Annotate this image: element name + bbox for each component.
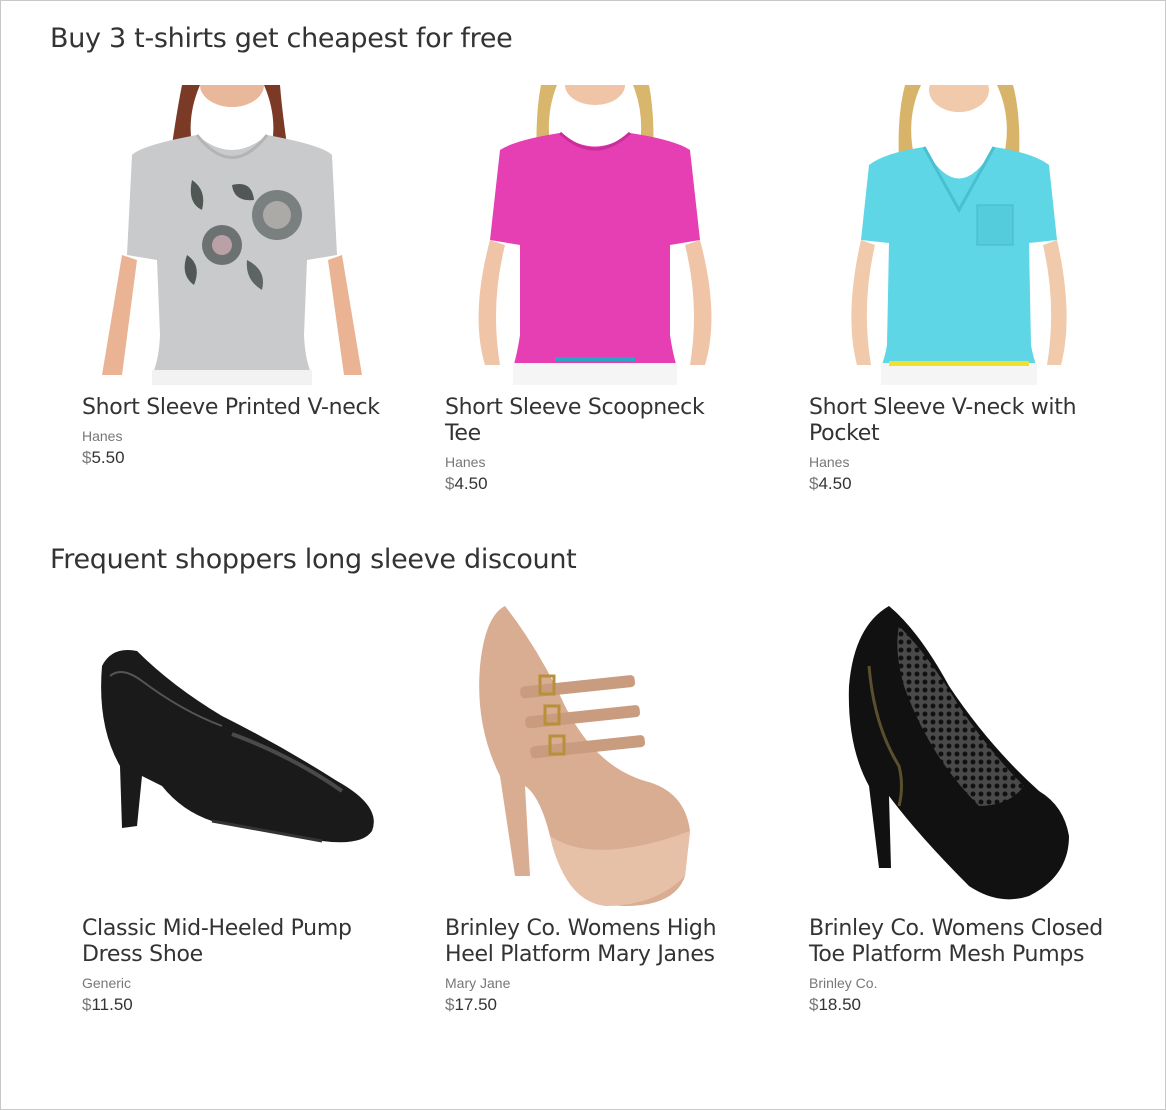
product-card[interactable]: Short Sleeve Scoopneck Tee Hanes $4.50: [413, 85, 745, 494]
product-image-pink-tshirt[interactable]: [445, 85, 745, 385]
product-name[interactable]: Short Sleeve Scoopneck Tee: [445, 395, 745, 447]
product-price: $4.50: [445, 474, 743, 494]
section-title: Frequent shoppers long sleeve discount: [50, 544, 577, 575]
product-name[interactable]: Brinley Co. Womens Closed Toe Platform M…: [809, 916, 1109, 968]
price-amount: 4.50: [454, 474, 488, 493]
price-amount: 17.50: [454, 995, 498, 1014]
section-tshirts: Buy 3 t-shirts get cheapest for free Sho…: [50, 23, 1130, 493]
product-brand: Hanes: [445, 454, 486, 470]
product-price: $17.50: [445, 995, 743, 1015]
product-card[interactable]: Brinley Co. Womens Closed Toe Platform M…: [777, 606, 1109, 1015]
product-brand: Generic: [82, 975, 132, 991]
product-image-nude-mary-jane[interactable]: [445, 606, 745, 906]
price-amount: 11.50: [91, 995, 133, 1014]
product-image-black-pump[interactable]: [82, 606, 382, 906]
product-brand: Hanes: [809, 454, 850, 470]
page: Buy 3 t-shirts get cheapest for free Sho…: [0, 0, 1166, 1110]
product-card[interactable]: Brinley Co. Womens High Heel Platform Ma…: [413, 606, 745, 1015]
product-card[interactable]: Classic Mid-Heeled Pump Dress Shoe Gener…: [50, 606, 382, 1015]
product-price: $18.50: [809, 995, 1107, 1015]
price-amount: 18.50: [818, 995, 862, 1014]
price-amount: 4.50: [818, 474, 852, 493]
price-amount: 5.50: [91, 448, 125, 467]
product-brand: Brinley Co.: [809, 975, 878, 991]
product-image-gray-floral-tshirt[interactable]: [82, 85, 382, 385]
product-price: $5.50: [82, 448, 380, 468]
product-name[interactable]: Short Sleeve V-neck with Pocket: [809, 395, 1109, 447]
product-price: $11.50: [82, 995, 380, 1015]
product-brand: Hanes: [82, 428, 123, 444]
product-price: $4.50: [809, 474, 1107, 494]
section-title: Buy 3 t-shirts get cheapest for free: [50, 23, 513, 54]
product-card[interactable]: Short Sleeve Printed V-neck Hanes $5.50: [50, 85, 382, 468]
product-card[interactable]: Short Sleeve V-neck with Pocket Hanes $4…: [777, 85, 1109, 494]
section-shoes: Frequent shoppers long sleeve discount C…: [50, 544, 1130, 1014]
product-name[interactable]: Classic Mid-Heeled Pump Dress Shoe: [82, 916, 382, 968]
product-image-black-mesh-pump[interactable]: [809, 606, 1109, 906]
product-name[interactable]: Brinley Co. Womens High Heel Platform Ma…: [445, 916, 745, 968]
product-brand: Mary Jane: [445, 975, 511, 991]
product-name[interactable]: Short Sleeve Printed V-neck: [82, 395, 382, 421]
product-image-turquoise-tshirt[interactable]: [809, 85, 1109, 385]
